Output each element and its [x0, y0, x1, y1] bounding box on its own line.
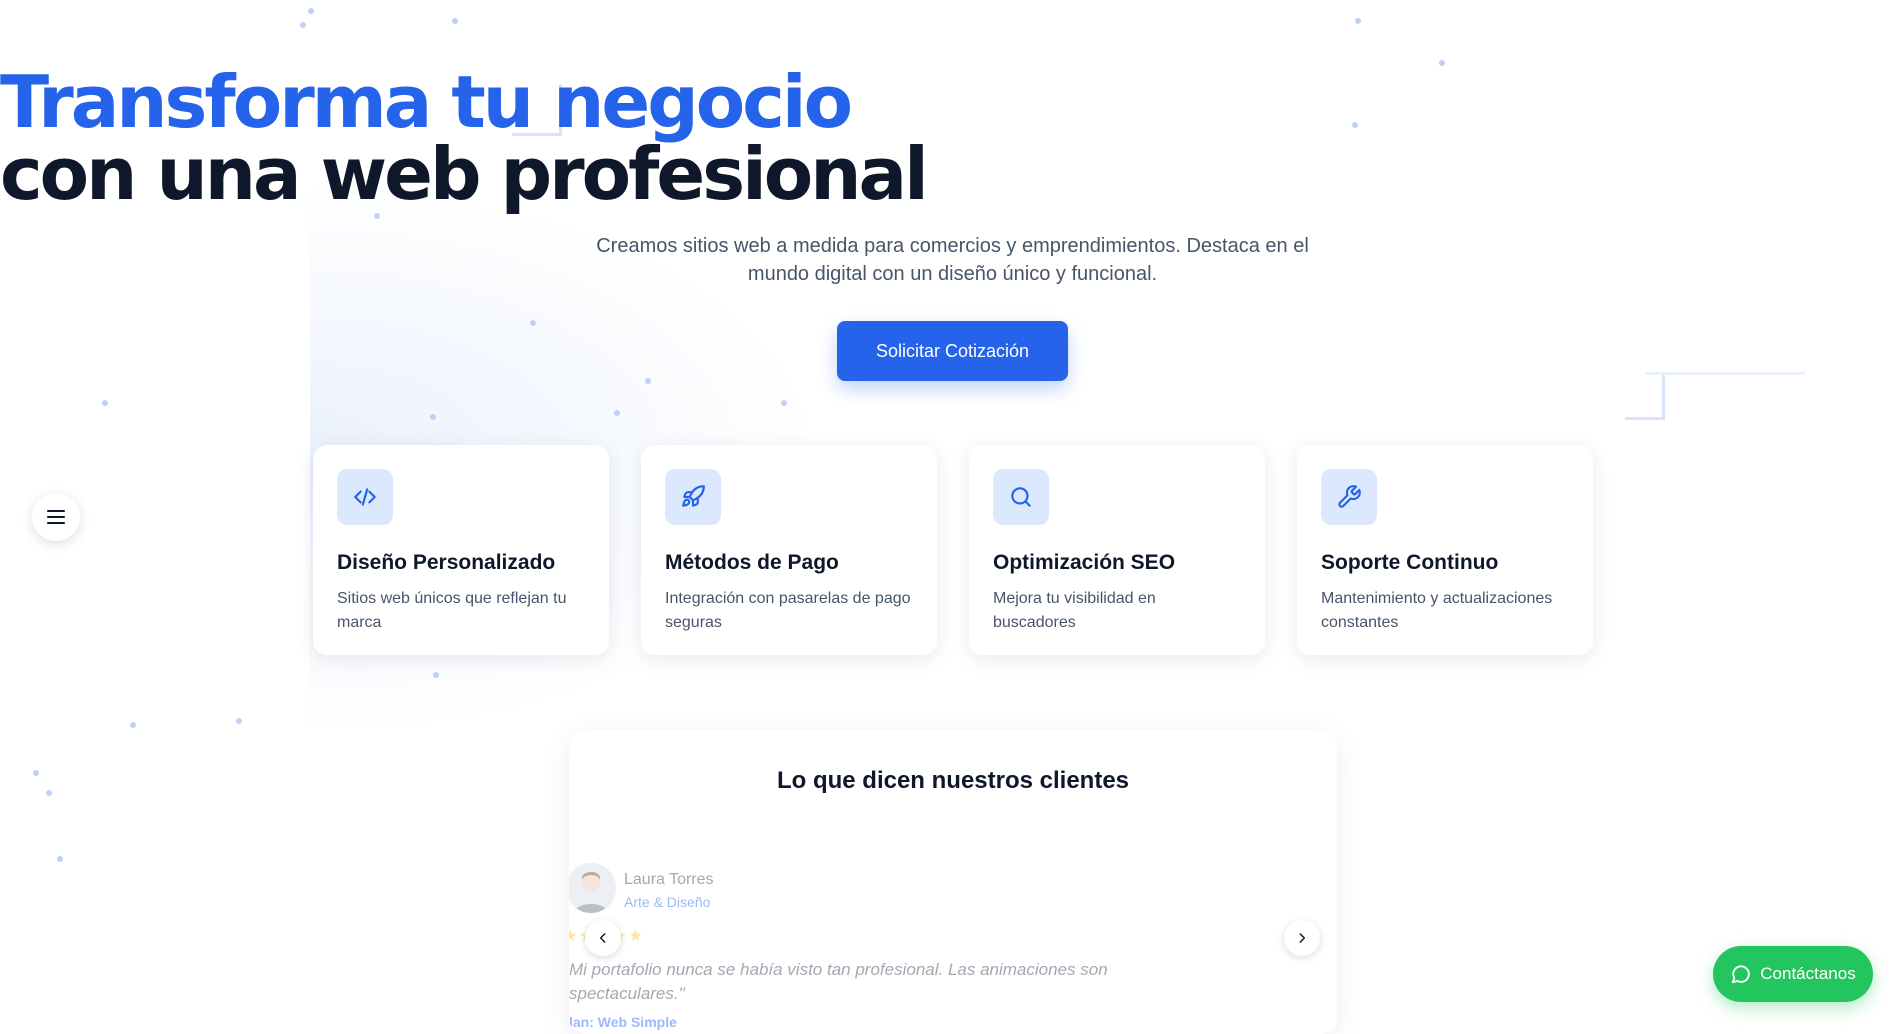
menu-button[interactable] — [32, 493, 80, 541]
chevron-left-icon — [599, 933, 606, 943]
feature-card-support: Soporte Continuo Mantenimiento y actuali… — [1297, 445, 1593, 655]
testimonials-section: Lo que dicen nuestros clientes Laura Tor… — [569, 730, 1337, 1034]
chevron-right-icon — [1299, 933, 1306, 943]
hamburger-menu-icon — [47, 510, 65, 524]
feature-card-payments: Métodos de Pago Integración con pasarela… — [641, 445, 937, 655]
feature-description: Integración con pasarelas de pago segura… — [665, 590, 911, 631]
decorative-corner-right — [1625, 372, 1665, 420]
feature-description: Sitios web únicos que reflejan tu marca — [337, 590, 567, 631]
request-quote-button[interactable]: Solicitar Cotización — [837, 321, 1068, 381]
contact-whatsapp-button[interactable]: Contáctanos — [1713, 946, 1873, 1002]
features-section: Diseño Personalizado Sitios web únicos q… — [313, 445, 1593, 655]
feature-title: Métodos de Pago — [665, 551, 839, 574]
avatar — [569, 863, 616, 913]
contact-button-label: Contáctanos — [1760, 964, 1856, 983]
testimonial-role: Arte & Diseño — [624, 894, 711, 910]
carousel-next-button[interactable] — [1284, 920, 1320, 956]
hero-title-line1: Transforma tu negocio — [0, 60, 853, 144]
search-icon — [1011, 487, 1031, 507]
chat-bubble-icon — [1732, 965, 1750, 984]
hero-title-line2: con una web profesional — [0, 132, 929, 216]
testimonial-attribution: lan: Web Simple — [569, 1014, 677, 1030]
feature-description: Mantenimiento y actualizaciones constant… — [1321, 590, 1553, 631]
feature-title: Optimización SEO — [993, 551, 1176, 574]
carousel-prev-button[interactable] — [585, 920, 621, 956]
feature-card-design: Diseño Personalizado Sitios web únicos q… — [313, 445, 609, 655]
testimonial-slide: Laura Torres Arte & Diseño ★★★★★ Mi port… — [569, 840, 1241, 1034]
feature-title: Diseño Personalizado — [337, 551, 556, 574]
feature-card-seo: Optimización SEO Mejora tu visibilidad e… — [969, 445, 1265, 655]
testimonial-name: Laura Torres — [624, 871, 714, 888]
decorative-line-right — [1645, 372, 1805, 375]
testimonials-title: Lo que dicen nuestros clientes — [776, 767, 1130, 794]
hero-subtitle: Creamos sitios web a medida para comerci… — [596, 235, 1309, 285]
feature-description: Mejora tu visibilidad en buscadores — [993, 590, 1156, 631]
testimonial-quote: Mi portafolio nunca se había visto tan p… — [569, 960, 1108, 1003]
feature-title: Soporte Continuo — [1321, 551, 1499, 574]
wrench-icon — [1338, 485, 1361, 508]
code-icon — [354, 488, 376, 506]
rocket-icon — [682, 485, 705, 507]
